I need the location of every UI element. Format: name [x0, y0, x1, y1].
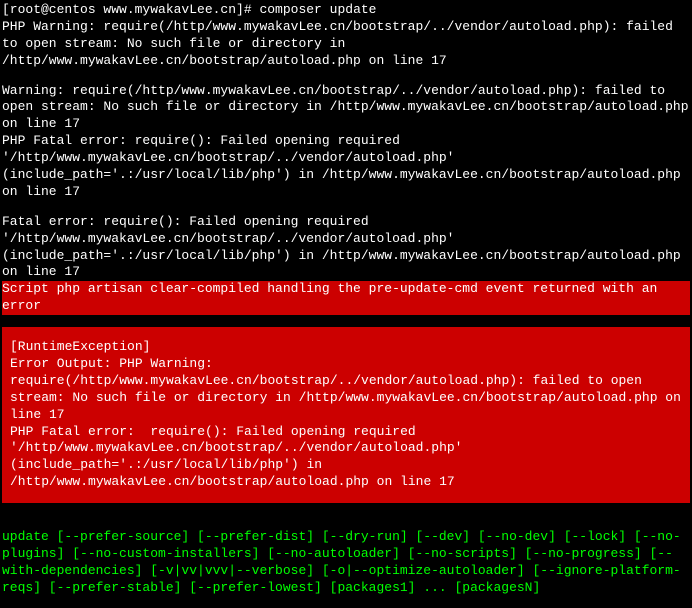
- php-warning-2: Warning: require(/http/www.mywakavLee.cn…: [2, 83, 690, 134]
- exception-body: Error Output: PHP Warning: require(/http…: [10, 356, 682, 491]
- command-text: composer update: [259, 2, 376, 17]
- usage-help: update [--prefer-source] [--prefer-dist]…: [2, 529, 690, 597]
- exception-title: [RuntimeException]: [10, 339, 682, 356]
- php-fatal-1: PHP Fatal error: require(): Failed openi…: [2, 133, 690, 201]
- terminal-prompt-line[interactable]: [root@centos www.mywakavLee.cn]# compose…: [2, 2, 690, 19]
- php-warning-1: PHP Warning: require(/http/www.mywakavLe…: [2, 19, 690, 70]
- php-fatal-2: Fatal error: require(): Failed opening r…: [2, 214, 690, 282]
- shell-prompt: [root@centos www.mywakavLee.cn]#: [2, 2, 259, 17]
- script-error-banner: Script php artisan clear-compiled handli…: [2, 281, 690, 315]
- runtime-exception-box: [RuntimeException] Error Output: PHP War…: [2, 327, 690, 503]
